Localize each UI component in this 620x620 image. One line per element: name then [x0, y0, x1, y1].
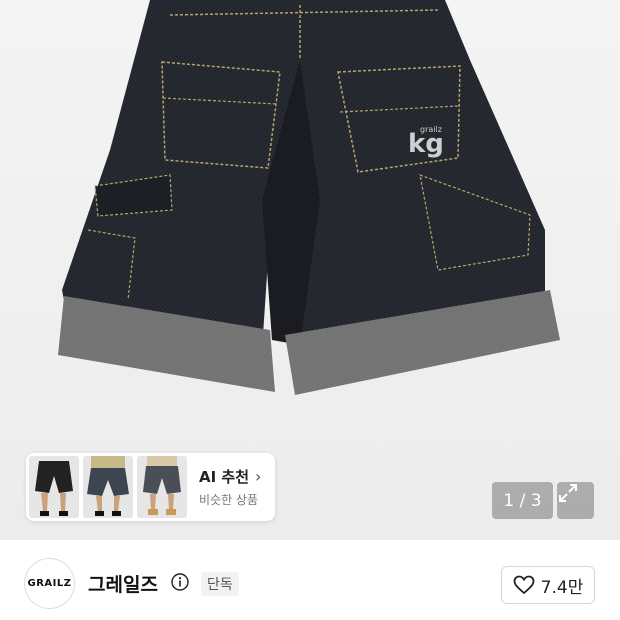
- brand-bar: GRAILZ 그레일즈 단독 7.4만: [0, 540, 620, 620]
- heart-icon: [513, 575, 535, 595]
- recommendation-thumbnail[interactable]: [83, 456, 133, 518]
- brand-name[interactable]: 그레일즈: [88, 570, 158, 597]
- chevron-right-icon: ›: [255, 467, 262, 486]
- recommendation-subtitle: 비슷한 상품: [199, 493, 259, 507]
- svg-text:grailz: grailz: [420, 125, 442, 134]
- exclusive-badge: 단독: [201, 572, 239, 596]
- shorts-thumbnail-image: [29, 456, 79, 518]
- info-icon[interactable]: [171, 573, 189, 591]
- expand-icon: [559, 484, 577, 502]
- like-button[interactable]: 7.4만: [501, 566, 595, 604]
- brand-logo[interactable]: GRAILZ: [24, 558, 75, 609]
- recommendation-thumbnail[interactable]: [29, 456, 79, 518]
- recommendation-text: AI 추천 › 비슷한 상품: [199, 466, 261, 508]
- product-image-viewer[interactable]: kg grailz AI 추천 › 비슷한 상품 1 / 3: [0, 0, 620, 540]
- image-pager: 1 / 3: [492, 482, 553, 519]
- ai-recommendation-card[interactable]: AI 추천 › 비슷한 상품: [26, 453, 275, 521]
- recommendation-thumbnail[interactable]: [137, 456, 187, 518]
- shorts-thumbnail-image: [83, 456, 133, 518]
- brand-logo-text: GRAILZ: [27, 578, 72, 589]
- recommendation-title: AI 추천: [199, 468, 250, 486]
- like-count: 7.4만: [540, 577, 584, 598]
- expand-button[interactable]: [557, 482, 594, 519]
- shorts-thumbnail-image: [137, 456, 187, 518]
